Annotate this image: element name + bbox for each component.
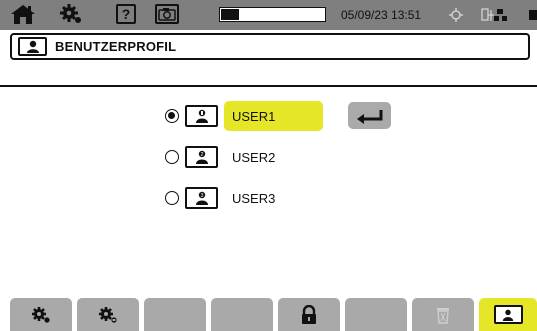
function-key-8[interactable] <box>479 298 537 331</box>
user-option-1[interactable]: USER1 <box>165 101 323 131</box>
enter-return-icon <box>356 109 382 124</box>
user-name-2[interactable]: USER2 <box>224 142 275 172</box>
gear-alt-icon <box>99 306 117 323</box>
help-button[interactable]: ? <box>116 4 136 24</box>
svg-text:2: 2 <box>200 152 203 158</box>
function-key-3[interactable] <box>144 298 206 331</box>
function-key-1[interactable] <box>10 298 72 331</box>
settings-gear-icon <box>60 4 81 23</box>
user-name-3[interactable]: USER3 <box>224 183 275 213</box>
user-radio-1[interactable] <box>165 109 179 123</box>
help-icon: ? <box>121 6 131 22</box>
enter-button[interactable] <box>348 102 391 129</box>
date-time: 05/09/23 13:51 <box>341 8 422 22</box>
svg-text:3: 3 <box>200 193 203 199</box>
gear-icon <box>32 306 50 323</box>
function-key-6[interactable] <box>345 298 407 331</box>
function-key-7[interactable] <box>412 298 474 331</box>
screenshot-button[interactable] <box>155 4 179 24</box>
user-radio-3[interactable] <box>165 191 179 205</box>
user-profile-icon: 2 <box>185 146 218 168</box>
user-profile-icon <box>18 37 47 56</box>
user-name-1[interactable]: USER1 <box>224 101 323 131</box>
status-icons <box>445 7 537 23</box>
trash-icon <box>437 307 449 324</box>
settings-button[interactable] <box>58 3 84 25</box>
user-option-2[interactable]: 2 USER2 <box>165 142 275 172</box>
lock-icon <box>302 304 316 324</box>
home-icon <box>11 5 35 24</box>
title-divider <box>0 85 537 87</box>
progress-fill <box>221 9 239 20</box>
function-key-4[interactable] <box>211 298 273 331</box>
usb-icon <box>481 8 494 21</box>
user-profile-icon: 3 <box>185 187 218 209</box>
memory-progress-bar <box>219 7 326 22</box>
battery-icon <box>529 10 537 20</box>
function-key-5[interactable] <box>278 298 340 331</box>
status-bar: ? 05/09/23 13:51 <box>0 0 537 30</box>
user-option-3[interactable]: 3 USER3 <box>165 183 275 213</box>
function-key-2[interactable] <box>77 298 139 331</box>
network-icon <box>494 9 507 21</box>
user-profile-icon <box>185 105 218 127</box>
camera-icon <box>158 8 176 21</box>
home-button[interactable] <box>8 3 38 25</box>
function-key-bar <box>0 296 537 331</box>
page-title: BENUTZERPROFIL <box>55 39 177 54</box>
gps-icon <box>449 8 463 22</box>
page-title-bar: BENUTZERPROFIL <box>10 33 530 60</box>
user-profile-icon <box>493 305 523 324</box>
user-radio-2[interactable] <box>165 150 179 164</box>
